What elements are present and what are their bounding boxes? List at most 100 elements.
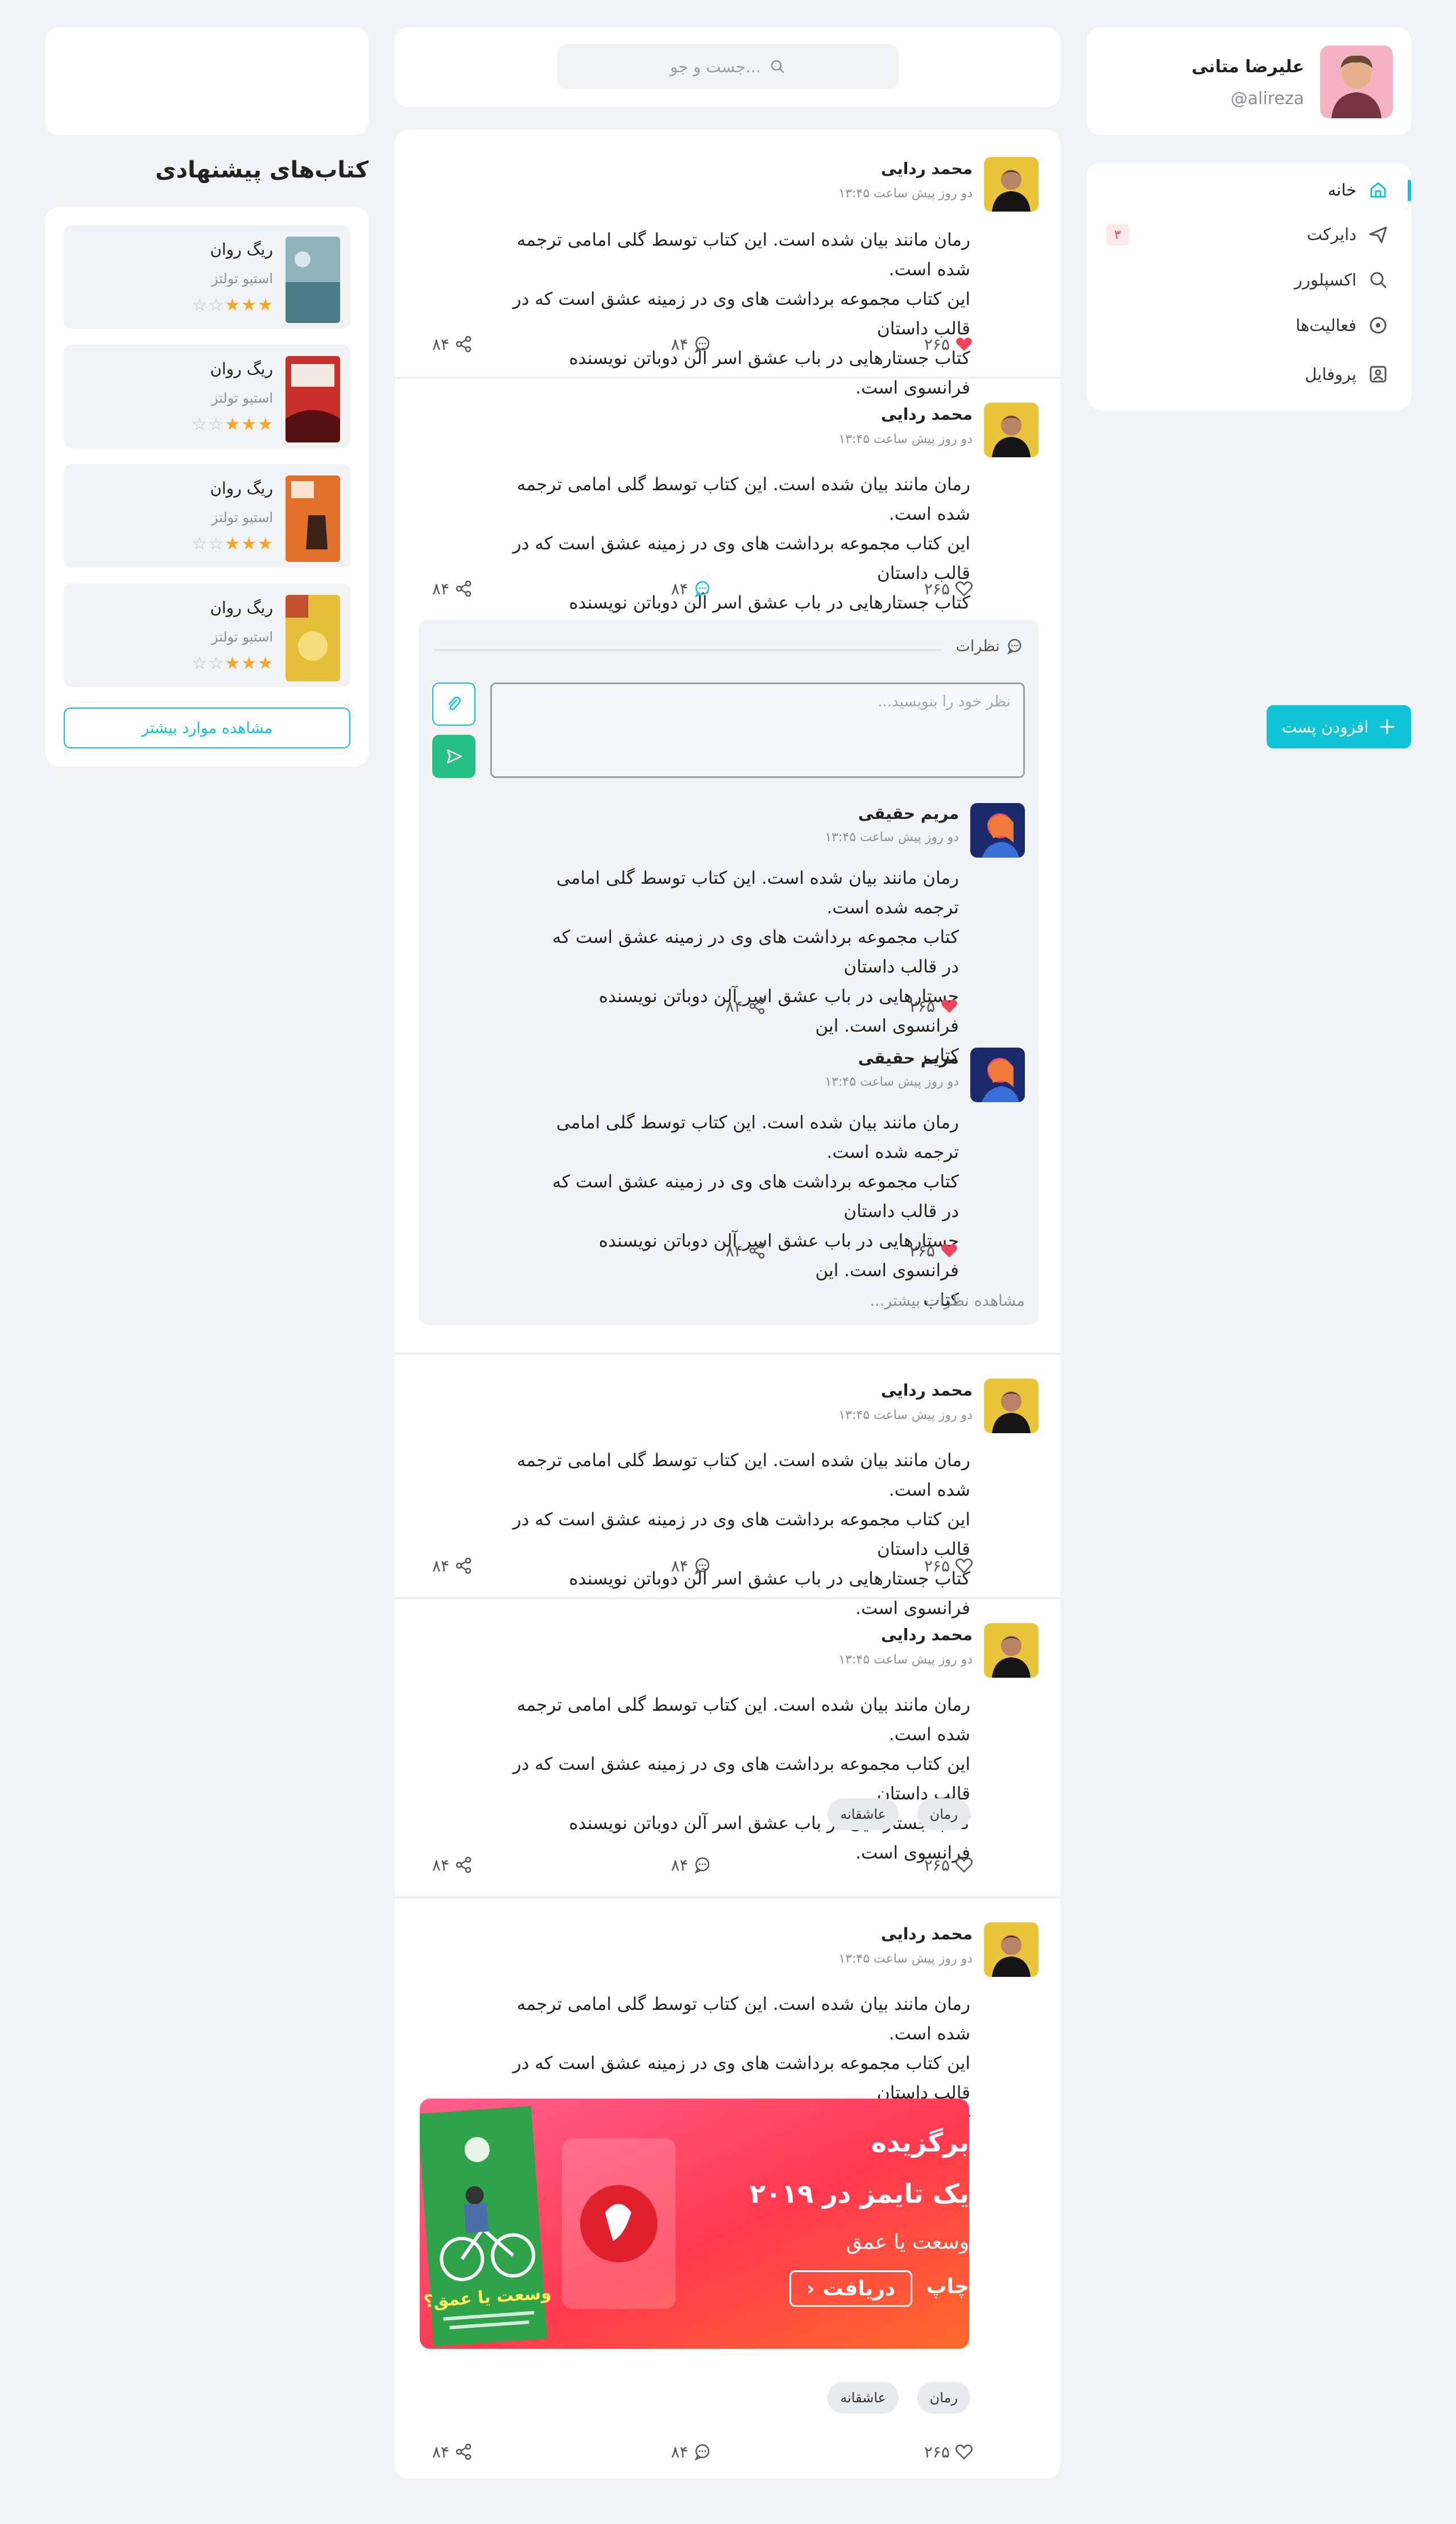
commenter-name[interactable]: مریم حقیقی	[858, 804, 959, 823]
chevron-left-icon: ‹	[806, 2277, 815, 2300]
post-author-name[interactable]: محمد ردایی	[881, 1625, 973, 1644]
nav-label: فعالیت‌ها	[1296, 316, 1356, 335]
search-input[interactable]: جست و جو...	[557, 44, 899, 89]
share-count: ۸۴	[432, 334, 449, 354]
heart-icon	[954, 2442, 974, 2461]
heart-icon	[954, 579, 974, 598]
share-count: ۸۴	[432, 579, 449, 598]
post-author-name[interactable]: محمد ردایی	[881, 159, 973, 178]
post-author-name[interactable]: محمد ردایی	[881, 1381, 973, 1400]
like-button[interactable]: ۲۶۵	[924, 334, 974, 354]
share-icon	[747, 1241, 767, 1260]
comment-button[interactable]: ۸۴	[671, 1855, 712, 1875]
comment-share-button[interactable]: ۸۴	[726, 1241, 767, 1260]
like-button[interactable]: ۲۶۵	[924, 1556, 974, 1575]
post-author-avatar[interactable]	[984, 403, 1039, 457]
post-banner-image[interactable]: وسعت یا عمق؟ برگزیده یک تایمز در ۲۰۱۹ وس…	[420, 2099, 969, 2349]
banner-download-button[interactable]: دریافت ‹	[789, 2270, 912, 2307]
comment-count: ۸۴	[671, 1556, 688, 1575]
post-author-name[interactable]: محمد ردایی	[881, 405, 973, 424]
share-count: ۸۴	[432, 2442, 449, 2461]
post-author-avatar[interactable]	[984, 1623, 1039, 1678]
comment-count: ۸۴	[671, 2442, 688, 2461]
comment-button[interactable]: ۸۴	[671, 334, 712, 354]
share-count: ۸۴	[432, 1556, 449, 1575]
book-cover	[286, 356, 340, 442]
book-item[interactable]: ریگ روان استیو تولتز ★ ★ ★ ☆ ☆	[64, 464, 350, 568]
post-text: رمان مانند بیان شده است. این کتاب توسط گ…	[512, 1695, 970, 1863]
post-card: محمد ردایی دو روز پیش ساعت ۱۳:۴۵ رمان ما…	[395, 1898, 1060, 2479]
share-icon	[454, 334, 473, 354]
share-icon	[454, 1855, 473, 1875]
heart-filled-icon	[940, 996, 959, 1016]
post-time: دو روز پیش ساعت ۱۳:۴۵	[838, 1408, 973, 1422]
comment-item: مریم حقیقی دو روز پیش ساعت ۱۳:۴۵ رمان ما…	[419, 803, 1039, 1066]
nav-item-direct[interactable]: دایرکت ۳	[1087, 217, 1411, 251]
commenter-avatar[interactable]	[970, 803, 1025, 858]
share-button[interactable]: ۸۴	[432, 334, 473, 354]
comment-time: دو روز پیش ساعت ۱۳:۴۵	[825, 830, 959, 845]
user-avatar[interactable]	[1320, 45, 1393, 118]
profile-card[interactable]: علیرضا متانی @alireza	[1087, 27, 1411, 135]
commenter-name[interactable]: مریم حقیقی	[858, 1049, 959, 1067]
share-button[interactable]: ۸۴	[432, 1556, 473, 1575]
post-author-avatar[interactable]	[984, 157, 1039, 212]
book-rating: ★ ★ ★ ☆ ☆	[192, 415, 273, 435]
like-count: ۲۶۵	[924, 334, 950, 354]
share-button[interactable]: ۸۴	[432, 2442, 473, 2461]
tag-chip[interactable]: عاشقانه	[828, 2382, 899, 2414]
comment-icon	[693, 579, 712, 598]
comment-like-button[interactable]: ۲۶۵	[909, 1241, 959, 1260]
comment-button[interactable]: ۸۴	[671, 2442, 712, 2461]
comment-actions: ۲۶۵ ۸۴	[419, 1241, 1039, 1264]
tag-chip[interactable]: عاشقانه	[828, 1798, 899, 1830]
nav-item-explore[interactable]: اکسپلورر	[1087, 263, 1411, 297]
post-author-avatar[interactable]	[984, 1379, 1039, 1433]
banner-line3: وسعت یا عمق	[846, 2231, 969, 2254]
view-more-books-button[interactable]: مشاهده موارد بیشتر	[64, 707, 350, 748]
view-more-comments-link[interactable]: مشاهده نظرات بیشتر...	[870, 1292, 1025, 1310]
suggested-books-title: کتاب‌های پیشنهادی	[155, 157, 369, 183]
comment-button[interactable]: ۸۴	[671, 579, 712, 598]
comment-like-button[interactable]: ۲۶۵	[909, 996, 959, 1016]
comment-share-button[interactable]: ۸۴	[726, 996, 767, 1016]
book-author: استیو تولتز	[211, 390, 273, 406]
tag-chip[interactable]: رمان	[917, 2382, 970, 2414]
like-count: ۲۶۵	[924, 579, 950, 598]
nav-item-home[interactable]: خانه	[1087, 173, 1411, 207]
commenter-avatar[interactable]	[970, 1048, 1025, 1102]
like-button[interactable]: ۲۶۵	[924, 2442, 974, 2461]
share-button[interactable]: ۸۴	[432, 579, 473, 598]
divider	[433, 649, 942, 651]
post-card: محمد ردایی دو روز پیش ساعت ۱۳:۴۵ رمان ما…	[395, 1599, 1060, 1895]
send-comment-button[interactable]	[432, 735, 475, 778]
book-author: استیو تولتز	[211, 510, 273, 526]
share-button[interactable]: ۸۴	[432, 1855, 473, 1875]
nav-item-activity[interactable]: فعالیت‌ها	[1087, 308, 1411, 342]
comment-button[interactable]: ۸۴	[671, 1556, 712, 1575]
share-icon	[454, 1556, 473, 1575]
comment-actions: ۲۶۵ ۸۴	[419, 996, 1039, 1019]
nav-item-profile[interactable]: پروفایل	[1087, 357, 1411, 391]
plus-icon	[1379, 718, 1396, 735]
post-author-avatar[interactable]	[984, 1922, 1039, 1977]
post-time: دو روز پیش ساعت ۱۳:۴۵	[838, 1653, 973, 1667]
heart-icon	[954, 1556, 974, 1575]
like-button[interactable]: ۲۶۵	[924, 1855, 974, 1875]
book-item[interactable]: ریگ روان استیو تولتز ★ ★ ★ ☆ ☆	[64, 345, 350, 448]
book-rating: ★ ★ ★ ☆ ☆	[192, 653, 273, 673]
attach-button[interactable]	[432, 682, 475, 726]
comment-input[interactable]: نظر خود را بنویسید...	[490, 682, 1025, 778]
book-item[interactable]: ریگ روان استیو تولتز ★ ★ ★ ☆ ☆	[64, 584, 350, 687]
nav-label: پروفایل	[1305, 365, 1356, 384]
post-author-name[interactable]: محمد ردایی	[881, 1925, 973, 1943]
add-post-button[interactable]: افزودن پست	[1267, 705, 1411, 748]
comment-count: ۸۴	[671, 1855, 688, 1875]
like-button[interactable]: ۲۶۵	[924, 579, 974, 598]
search-icon	[1367, 268, 1389, 291]
feed: محمد ردایی دو روز پیش ساعت ۱۳:۴۵ رمان ما…	[395, 130, 1060, 2479]
book-item[interactable]: ریگ روان استیو تولتز ★ ★ ★ ☆ ☆	[64, 225, 350, 329]
post-actions: ۲۶۵ ۸۴ ۸۴	[395, 2442, 1060, 2465]
comment-icon	[693, 1855, 712, 1875]
tag-chip[interactable]: رمان	[917, 1798, 970, 1830]
